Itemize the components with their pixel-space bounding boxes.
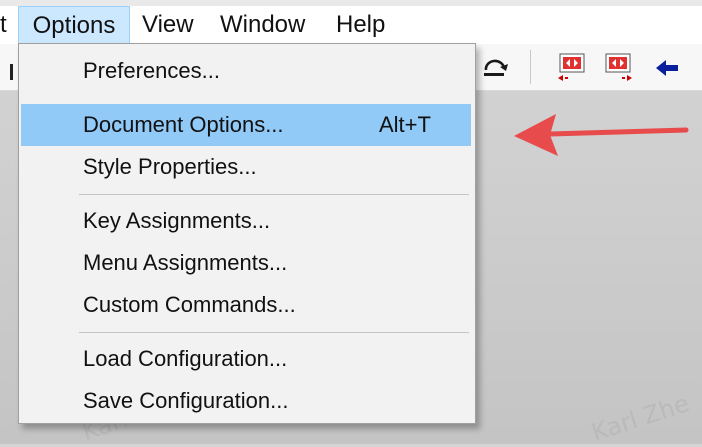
redo-icon[interactable] bbox=[478, 50, 514, 84]
menu-options[interactable]: Options bbox=[18, 6, 130, 44]
menu-help[interactable]: Help bbox=[336, 6, 385, 44]
menu-item-shortcut: Alt+T bbox=[379, 112, 431, 137]
menu-item-document-options[interactable]: Document Options... Alt+T bbox=[21, 104, 471, 146]
back-arrow-icon[interactable] bbox=[650, 50, 686, 84]
menu-item-label: Custom Commands... bbox=[83, 292, 296, 317]
options-dropdown-menu: Preferences... Document Options... Alt+T… bbox=[18, 43, 476, 424]
menu-item-label: Menu Assignments... bbox=[83, 250, 288, 275]
menu-window[interactable]: Window bbox=[220, 6, 305, 44]
menu-item-label: Style Properties... bbox=[83, 154, 257, 179]
menu-item-label: Document Options... bbox=[83, 112, 284, 137]
menu-item-custom-commands[interactable]: Custom Commands... bbox=[21, 284, 471, 326]
menu-item-key-assignments[interactable]: Key Assignments... bbox=[21, 200, 471, 242]
menu-item-label: Preferences... bbox=[83, 58, 220, 83]
annotation-arrow-icon bbox=[514, 114, 689, 156]
watermark: Karl Zhe bbox=[588, 389, 693, 447]
menu-separator bbox=[79, 194, 469, 195]
split-left-icon[interactable] bbox=[554, 50, 590, 84]
menu-item-menu-assignments[interactable]: Menu Assignments... bbox=[21, 242, 471, 284]
menu-separator bbox=[79, 332, 469, 333]
menu-item-save-configuration[interactable]: Save Configuration... bbox=[21, 380, 471, 422]
toolbar-separator bbox=[530, 50, 531, 84]
menu-item-label: Key Assignments... bbox=[83, 208, 271, 233]
menu-item-label: Load Configuration... bbox=[83, 346, 288, 371]
menu-bar: t Options View Window Help bbox=[0, 6, 702, 45]
menu-item-label: Save Configuration... bbox=[83, 388, 289, 413]
menu-view[interactable]: View bbox=[142, 6, 194, 44]
menu-item-preferences[interactable]: Preferences... bbox=[21, 50, 471, 92]
split-right-icon[interactable] bbox=[600, 50, 636, 84]
menu-partial-item[interactable]: t bbox=[0, 6, 18, 44]
menu-item-style-properties[interactable]: Style Properties... bbox=[21, 146, 471, 188]
menu-item-load-configuration[interactable]: Load Configuration... bbox=[21, 338, 471, 380]
